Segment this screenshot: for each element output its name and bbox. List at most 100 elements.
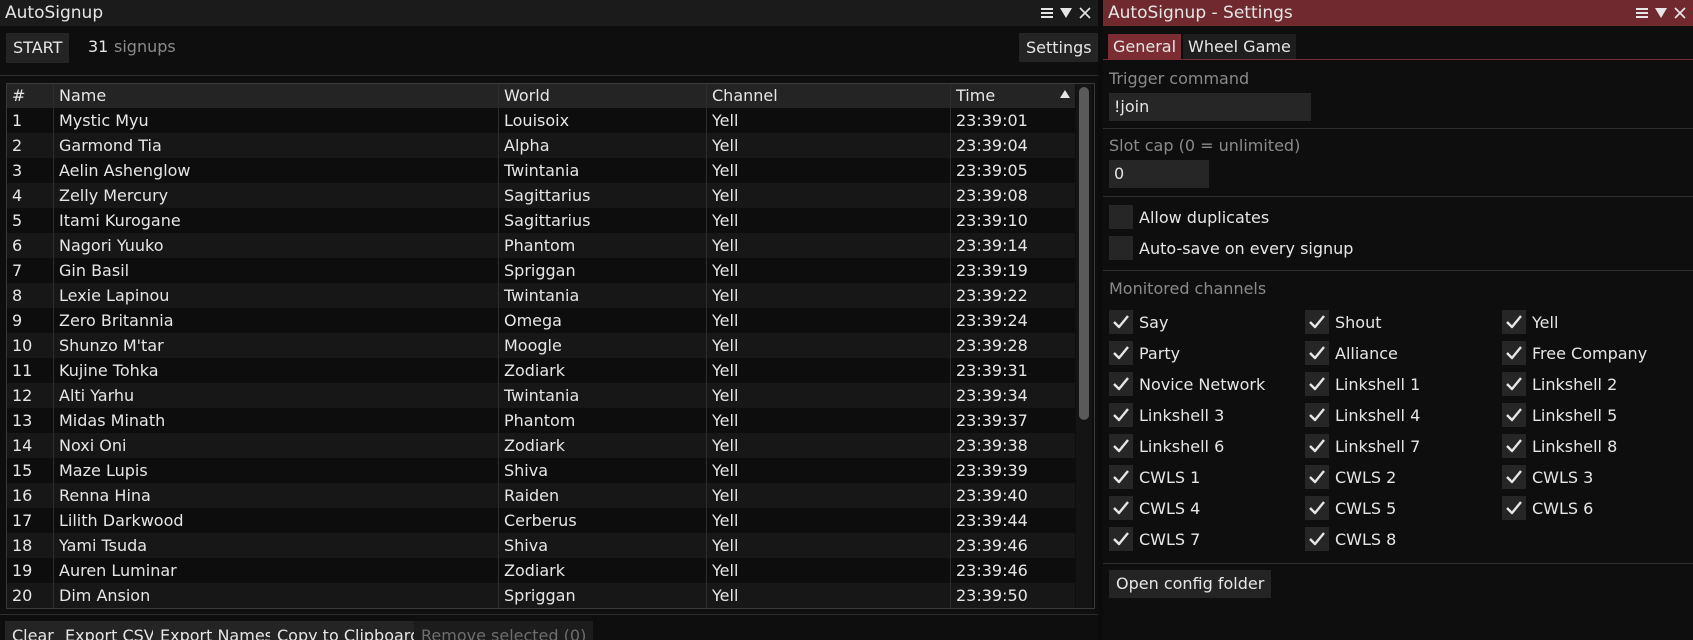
checkbox-box[interactable] — [1502, 496, 1526, 520]
table-row[interactable]: 7 Gin Basil Spriggan Yell 23:39:19 — [7, 258, 1075, 283]
checkbox-box[interactable] — [1109, 527, 1133, 551]
table-row[interactable]: 5 Itami Kurogane Sagittarius Yell 23:39:10 — [7, 208, 1075, 233]
table-row[interactable]: 1 Mystic Myu Louisoix Yell 23:39:01 — [7, 108, 1075, 133]
channel-checkbox[interactable]: CWLS 4 — [1109, 496, 1200, 520]
checkbox-box[interactable] — [1109, 372, 1133, 396]
window-titlebar[interactable]: AutoSignup — [0, 0, 1098, 26]
column-header[interactable]: World — [504, 84, 550, 108]
channel-checkbox[interactable]: Linkshell 1 — [1305, 372, 1420, 396]
menu-icon[interactable] — [1040, 6, 1054, 20]
table-row[interactable]: 3 Aelin Ashenglow Twintania Yell 23:39:05 — [7, 158, 1075, 183]
collapse-icon[interactable] — [1059, 6, 1073, 20]
table-row[interactable]: 18 Yami Tsuda Shiva Yell 23:39:46 — [7, 533, 1075, 558]
close-icon[interactable] — [1673, 6, 1687, 20]
table-row[interactable]: 12 Alti Yarhu Twintania Yell 23:39:34 — [7, 383, 1075, 408]
column-header[interactable]: Time — [956, 84, 995, 108]
column-divider[interactable] — [498, 84, 499, 608]
checkbox-box[interactable] — [1502, 310, 1526, 334]
allow-duplicates-checkbox[interactable]: Allow duplicates — [1109, 205, 1269, 229]
channel-checkbox[interactable]: Linkshell 7 — [1305, 434, 1420, 458]
clear-button[interactable]: Clear — [5, 621, 61, 640]
checkbox-box[interactable] — [1305, 310, 1329, 334]
channel-checkbox[interactable]: Novice Network — [1109, 372, 1265, 396]
checkbox-box[interactable] — [1502, 341, 1526, 365]
start-button[interactable]: START — [6, 33, 70, 63]
settings-titlebar[interactable]: AutoSignup - Settings — [1103, 0, 1693, 26]
column-divider[interactable] — [706, 84, 707, 608]
table-row[interactable]: 8 Lexie Lapinou Twintania Yell 23:39:22 — [7, 283, 1075, 308]
scrollbar-thumb[interactable] — [1079, 87, 1089, 420]
checkbox-box[interactable] — [1305, 434, 1329, 458]
table-row[interactable]: 11 Kujine Tohka Zodiark Yell 23:39:31 — [7, 358, 1075, 383]
slot-cap-input[interactable]: 0 — [1109, 160, 1209, 188]
column-divider[interactable] — [53, 84, 54, 608]
table-row[interactable]: 13 Midas Minath Phantom Yell 23:39:37 — [7, 408, 1075, 433]
channel-checkbox[interactable]: Linkshell 5 — [1502, 403, 1617, 427]
open-config-folder-button[interactable]: Open config folder — [1109, 570, 1272, 598]
checkbox-box[interactable] — [1109, 434, 1133, 458]
auto-save-checkbox[interactable]: Auto-save on every signup — [1109, 236, 1353, 260]
channel-checkbox[interactable]: Alliance — [1305, 341, 1398, 365]
checkbox-box[interactable] — [1502, 372, 1526, 396]
sort-ascending-icon[interactable] — [1060, 90, 1070, 98]
checkbox-box[interactable] — [1109, 236, 1133, 260]
table-row[interactable]: 20 Dim Ansion Spriggan Yell 23:39:50 — [7, 583, 1075, 608]
channel-checkbox[interactable]: Linkshell 4 — [1305, 403, 1420, 427]
channel-checkbox[interactable]: CWLS 5 — [1305, 496, 1396, 520]
channel-checkbox[interactable]: Say — [1109, 310, 1168, 334]
channel-checkbox[interactable]: Linkshell 2 — [1502, 372, 1617, 396]
channel-checkbox[interactable]: Free Company — [1502, 341, 1647, 365]
channel-checkbox[interactable]: Yell — [1502, 310, 1558, 334]
export-names-button[interactable]: Export Names — [153, 621, 280, 640]
channel-checkbox[interactable]: CWLS 7 — [1109, 527, 1200, 551]
checkbox-box[interactable] — [1109, 310, 1133, 334]
channel-checkbox[interactable]: Party — [1109, 341, 1180, 365]
export-csv-button[interactable]: Export CSV — [58, 621, 162, 640]
column-header[interactable]: Name — [59, 84, 106, 108]
channel-checkbox[interactable]: Linkshell 8 — [1502, 434, 1617, 458]
channel-checkbox[interactable]: CWLS 1 — [1109, 465, 1200, 489]
checkbox-box[interactable] — [1502, 434, 1526, 458]
checkbox-box[interactable] — [1305, 341, 1329, 365]
table-row[interactable]: 19 Auren Luminar Zodiark Yell 23:39:46 — [7, 558, 1075, 583]
checkbox-box[interactable] — [1305, 372, 1329, 396]
checkbox-box[interactable] — [1502, 465, 1526, 489]
tab-general[interactable]: General — [1108, 34, 1182, 60]
channel-checkbox[interactable]: CWLS 6 — [1502, 496, 1593, 520]
table-row[interactable]: 10 Shunzo M'tar Moogle Yell 23:39:28 — [7, 333, 1075, 358]
channel-checkbox[interactable]: Linkshell 3 — [1109, 403, 1224, 427]
channel-checkbox[interactable]: Linkshell 6 — [1109, 434, 1224, 458]
table-scrollbar[interactable] — [1076, 84, 1092, 608]
table-row[interactable]: 2 Garmond Tia Alpha Yell 23:39:04 — [7, 133, 1075, 158]
channel-checkbox[interactable]: CWLS 3 — [1502, 465, 1593, 489]
channel-checkbox[interactable]: CWLS 8 — [1305, 527, 1396, 551]
tab-wheel-game[interactable]: Wheel Game — [1183, 34, 1296, 60]
column-header[interactable]: Channel — [712, 84, 778, 108]
table-row[interactable]: 17 Lilith Darkwood Cerberus Yell 23:39:44 — [7, 508, 1075, 533]
menu-icon[interactable] — [1635, 6, 1649, 20]
checkbox-box[interactable] — [1109, 496, 1133, 520]
checkbox-box[interactable] — [1109, 403, 1133, 427]
checkbox-box[interactable] — [1109, 465, 1133, 489]
column-divider[interactable] — [950, 84, 951, 608]
table-row[interactable]: 16 Renna Hina Raiden Yell 23:39:40 — [7, 483, 1075, 508]
table-row[interactable]: 14 Noxi Oni Zodiark Yell 23:39:38 — [7, 433, 1075, 458]
table-row[interactable]: 6 Nagori Yuuko Phantom Yell 23:39:14 — [7, 233, 1075, 258]
checkbox-box[interactable] — [1305, 465, 1329, 489]
column-header[interactable]: # — [12, 84, 25, 108]
checkbox-box[interactable] — [1305, 527, 1329, 551]
remove-selected-button[interactable]: Remove selected (0) — [414, 621, 594, 640]
trigger-command-input[interactable]: !join — [1109, 93, 1311, 121]
table-row[interactable]: 4 Zelly Mercury Sagittarius Yell 23:39:08 — [7, 183, 1075, 208]
settings-button[interactable]: Settings — [1019, 33, 1098, 62]
checkbox-box[interactable] — [1109, 341, 1133, 365]
channel-checkbox[interactable]: Shout — [1305, 310, 1382, 334]
collapse-icon[interactable] — [1654, 6, 1668, 20]
table-row[interactable]: 15 Maze Lupis Shiva Yell 23:39:39 — [7, 458, 1075, 483]
signup-table[interactable]: # Name World Channel Time 1 Mystic Myu Louisoi… — [6, 83, 1095, 609]
checkbox-box[interactable] — [1109, 205, 1133, 229]
channel-checkbox[interactable]: CWLS 2 — [1305, 465, 1396, 489]
table-row[interactable]: 9 Zero Britannia Omega Yell 23:39:24 — [7, 308, 1075, 333]
checkbox-box[interactable] — [1502, 403, 1526, 427]
checkbox-box[interactable] — [1305, 403, 1329, 427]
